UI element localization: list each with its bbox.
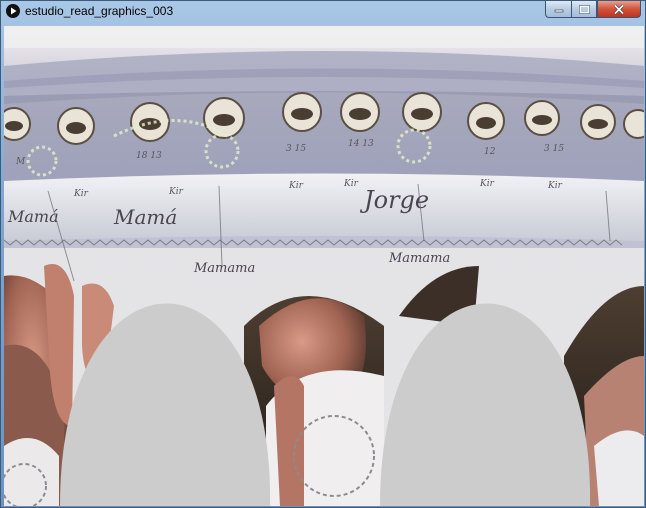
svg-text:Kir: Kir: [288, 181, 304, 191]
svg-text:3 15: 3 15: [286, 144, 306, 154]
close-button[interactable]: [597, 1, 641, 18]
processing-app-icon: [6, 4, 20, 18]
app-window: estudio_read_graphics_003 M 18 13 3 15 1…: [0, 0, 646, 508]
handwritten-word-1: Mamá: [113, 205, 177, 229]
close-icon: [613, 3, 625, 15]
handwritten-word-5: Mamá: [7, 207, 59, 226]
svg-text:3 15: 3 15: [544, 144, 564, 154]
svg-text:14 13: 14 13: [348, 139, 374, 149]
svg-text:Kir: Kir: [343, 179, 359, 189]
svg-text:Kir: Kir: [479, 179, 495, 189]
minimize-icon: [554, 9, 563, 13]
handwritten-word-4: Mamama: [388, 251, 450, 266]
maximize-button[interactable]: [571, 1, 597, 18]
handwritten-word-3: Mamama: [193, 261, 255, 276]
distorted-image-render: M 18 13 3 15 14 13 12 3 15 Kir Kir Kir K…: [4, 26, 644, 506]
svg-text:Kir: Kir: [547, 181, 563, 191]
svg-text:M: M: [15, 157, 26, 167]
svg-text:12: 12: [484, 147, 496, 157]
svg-text:Kir: Kir: [168, 187, 184, 197]
sketch-canvas[interactable]: M 18 13 3 15 14 13 12 3 15 Kir Kir Kir K…: [4, 26, 644, 506]
maximize-icon: [578, 4, 590, 14]
svg-text:Kir: Kir: [73, 189, 89, 199]
title-bar[interactable]: estudio_read_graphics_003: [1, 1, 645, 23]
window-title: estudio_read_graphics_003: [25, 4, 174, 18]
window-controls: [545, 1, 641, 19]
minimize-button[interactable]: [545, 1, 571, 18]
svg-text:18 13: 18 13: [136, 151, 162, 161]
